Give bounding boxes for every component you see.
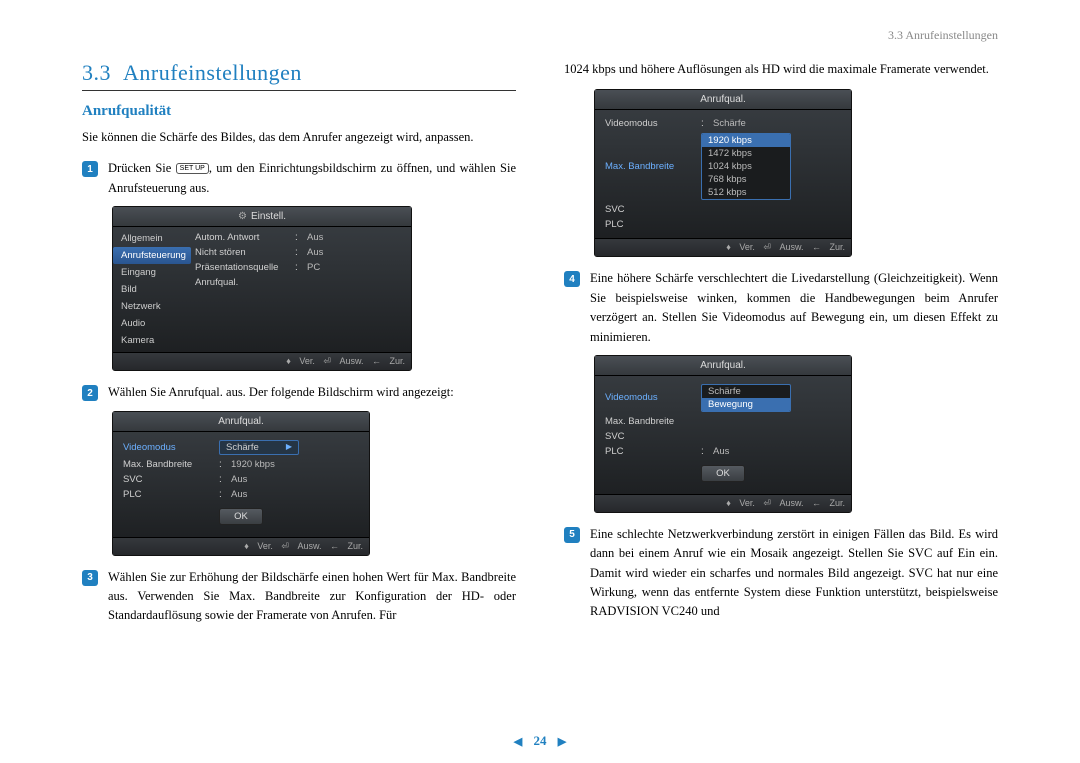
header-breadcrumb: 3.3 Anrufeinstellungen bbox=[888, 28, 998, 43]
setup-key-icon: SET UP bbox=[176, 163, 209, 174]
gear-icon: ⚙ bbox=[238, 211, 247, 222]
step-badge: 4 bbox=[564, 271, 580, 287]
heading-rule bbox=[82, 90, 516, 91]
step-badge: 5 bbox=[564, 527, 580, 543]
ok-button: OK bbox=[219, 508, 263, 525]
pager-next-icon[interactable]: ▶ bbox=[558, 736, 566, 748]
step-badge: 1 bbox=[82, 161, 98, 177]
screenshot-anrufqual: Anrufqual. VideomodusSchärfe▶ Max. Bandb… bbox=[112, 411, 370, 556]
sidebar-item: Kamera bbox=[113, 332, 191, 349]
screenshot-einstell: ⚙Einstell. Allgemein Anrufsteuerung Eing… bbox=[112, 206, 412, 371]
step-3: 3 Wählen Sie zur Erhöhung der Bildschärf… bbox=[82, 568, 516, 626]
step-3-cont: 1024 kbps und höhere Auflösungen als HD … bbox=[564, 60, 998, 79]
step-badge: 3 bbox=[82, 570, 98, 586]
pager-prev-icon[interactable]: ◀ bbox=[514, 736, 522, 748]
subsection-heading: Anrufqualität bbox=[82, 103, 516, 120]
pager: ◀ 24 ▶ bbox=[0, 733, 1080, 749]
videomode-dropdown: Schärfe Bewegung bbox=[701, 384, 791, 412]
ok-button: OK bbox=[701, 465, 745, 482]
step-5: 5 Eine schlechte Netzwerkverbindung zers… bbox=[564, 525, 998, 622]
sidebar-item-selected: Anrufsteuerung bbox=[113, 247, 191, 264]
section-heading: 3.3 Anrufeinstellungen bbox=[82, 60, 516, 86]
caret-right-icon: ▶ bbox=[286, 442, 292, 451]
sidebar-item: Eingang bbox=[113, 264, 191, 281]
sidebar-item: Netzwerk bbox=[113, 298, 191, 315]
bandwidth-dropdown: 1920 kbps 1472 kbps 1024 kbps 768 kbps 5… bbox=[701, 133, 791, 200]
page-number: 24 bbox=[534, 733, 547, 748]
screenshot-bandbreite: Anrufqual. Videomodus:Schärfe Max. Bandb… bbox=[594, 89, 852, 257]
intro-text: Sie können die Schärfe des Bildes, das d… bbox=[82, 128, 516, 147]
screenshot-footer: ♦ Ver. ⏎ Ausw. ← Zur. bbox=[113, 352, 411, 370]
sidebar-item: Audio bbox=[113, 315, 191, 332]
step-4: 4 Eine höhere Schärfe verschlechtert die… bbox=[564, 269, 998, 347]
sidebar-item: Bild bbox=[113, 281, 191, 298]
screenshot-sidebar: Allgemein Anrufsteuerung Eingang Bild Ne… bbox=[113, 227, 191, 352]
screenshot-videomodus: Anrufqual. Videomodus Schärfe Bewegung M… bbox=[594, 355, 852, 513]
sidebar-item: Allgemein bbox=[113, 230, 191, 247]
step-2: 2 Wählen Sie Anrufqual. aus. Der folgend… bbox=[82, 383, 516, 402]
step-1: 1 Drücken Sie SET UP, um den Einrichtung… bbox=[82, 159, 516, 198]
step-badge: 2 bbox=[82, 385, 98, 401]
